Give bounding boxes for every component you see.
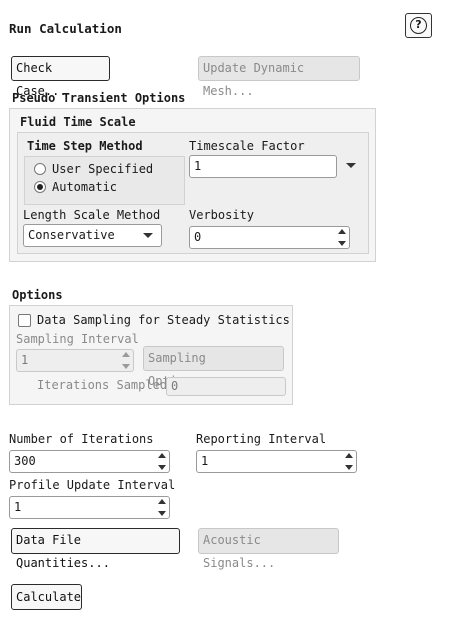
panel-title: Run Calculation <box>9 21 122 36</box>
reporting-interval-label: Reporting Interval <box>196 432 327 446</box>
check-case-button[interactable]: Check Case... <box>11 56 110 98</box>
number-of-iterations-spinner-icon[interactable] <box>157 453 167 470</box>
automatic-radio[interactable]: Automatic <box>34 180 117 194</box>
iterations-sampled-field: 0 <box>166 377 286 396</box>
help-icon: ? <box>410 17 427 34</box>
reporting-interval-spinner-icon[interactable] <box>344 453 354 470</box>
fluid-time-scale-title: Fluid Time Scale <box>20 115 136 129</box>
reporting-interval-input[interactable]: 1 <box>196 450 357 473</box>
timescale-factor-label: Timescale Factor <box>189 139 305 153</box>
radio-selected-dot <box>37 184 43 190</box>
update-dynamic-mesh-button[interactable]: Update Dynamic Mesh... <box>198 56 360 98</box>
help-button[interactable]: ? <box>405 13 432 38</box>
sampling-interval-spinner-icon[interactable] <box>121 352 131 369</box>
user-specified-radio[interactable]: User Specified <box>34 162 153 176</box>
timescale-factor-dropdown-icon[interactable] <box>346 163 356 168</box>
sampling-interval-value: 1 <box>21 353 29 367</box>
data-sampling-checkbox[interactable] <box>18 313 31 327</box>
length-scale-method-label: Length Scale Method <box>23 208 161 222</box>
acoustic-signals-button[interactable]: Acoustic Signals... <box>198 528 339 570</box>
pseudo-transient-options-title: Pseudo Transient Options <box>12 91 186 105</box>
calculate-button[interactable]: Calculate <box>11 584 82 610</box>
profile-update-interval-label: Profile Update Interval <box>9 478 176 492</box>
automatic-radio-circle[interactable] <box>34 181 46 193</box>
time-step-method-label: Time Step Method <box>27 139 143 153</box>
verbosity-label: Verbosity <box>189 208 255 222</box>
profile-update-interval-spinner-icon[interactable] <box>157 499 167 516</box>
length-scale-method-select[interactable]: Conservative <box>23 224 162 247</box>
number-of-iterations-label: Number of Iterations <box>9 432 154 446</box>
profile-update-interval-value: 1 <box>14 500 22 514</box>
number-of-iterations-value: 300 <box>14 454 36 468</box>
sampling-options-button[interactable]: Sampling Options... <box>143 346 284 388</box>
reporting-interval-value: 1 <box>201 454 209 468</box>
automatic-label: Automatic <box>52 180 118 194</box>
profile-update-interval-input[interactable]: 1 <box>9 496 170 519</box>
length-scale-method-value: Conservative <box>28 228 115 242</box>
data-sampling-label: Data Sampling for Steady Statistics <box>37 313 290 327</box>
data-sampling-checkbox-row[interactable]: Data Sampling for Steady Statistics <box>18 313 290 327</box>
chevron-down-icon <box>143 233 153 238</box>
user-specified-radio-circle[interactable] <box>34 163 46 175</box>
number-of-iterations-input[interactable]: 300 <box>9 450 170 473</box>
verbosity-spinner-icon[interactable] <box>337 229 347 246</box>
data-file-quantities-button[interactable]: Data File Quantities... <box>11 528 180 570</box>
user-specified-label: User Specified <box>52 162 154 176</box>
verbosity-value: 0 <box>194 230 202 244</box>
options-title: Options <box>12 288 63 302</box>
verbosity-input[interactable]: 0 <box>189 226 350 249</box>
sampling-interval-label: Sampling Interval <box>16 332 139 346</box>
iterations-sampled-label: Iterations Sampled <box>37 378 168 392</box>
sampling-interval-input[interactable]: 1 <box>16 349 134 372</box>
timescale-factor-input[interactable]: 1 <box>189 155 337 178</box>
